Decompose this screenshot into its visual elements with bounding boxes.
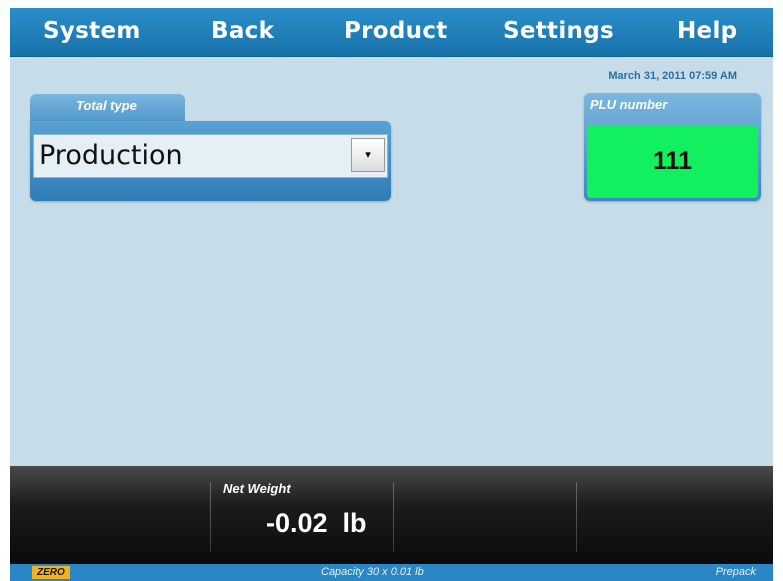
top-menu-bar: System Back Product Settings Help: [10, 8, 773, 57]
menu-system[interactable]: System: [43, 18, 141, 44]
date-time: March 31, 2011 07:59 AM: [608, 70, 737, 82]
capacity-text: Capacity 30 x 0.01 lb: [321, 566, 424, 578]
plu-value: 111: [653, 147, 692, 175]
plu-value-field[interactable]: 111: [587, 125, 758, 198]
total-type-label: Total type: [76, 98, 137, 113]
weight-divider: [210, 482, 211, 552]
status-bar: ZERO Capacity 30 x 0.01 lb Prepack: [10, 564, 773, 581]
dropdown-arrow-icon[interactable]: ▾: [351, 138, 385, 172]
menu-settings[interactable]: Settings: [503, 18, 614, 44]
weight-divider: [393, 482, 394, 552]
weight-divider: [576, 482, 577, 552]
weight-display-bar: Net Weight -0.02 lb: [10, 466, 773, 564]
menu-help[interactable]: Help: [677, 18, 737, 44]
total-type-selected-value: Production: [39, 140, 183, 171]
total-type-select[interactable]: Production ▾: [33, 134, 388, 178]
total-type-panel: Production ▾: [30, 121, 391, 201]
total-type-tab: Total type: [30, 94, 185, 124]
menu-product[interactable]: Product: [344, 18, 448, 44]
scale-screen: System Back Product Settings Help March …: [10, 8, 773, 581]
net-weight-label: Net Weight: [223, 481, 291, 496]
plu-label: PLU number: [590, 97, 668, 112]
mode-text: Prepack: [715, 566, 756, 578]
zero-indicator: ZERO: [32, 566, 70, 579]
plu-panel: PLU number 111: [584, 93, 761, 201]
net-weight-value: -0.02 lb: [266, 508, 367, 538]
menu-back[interactable]: Back: [211, 18, 274, 44]
